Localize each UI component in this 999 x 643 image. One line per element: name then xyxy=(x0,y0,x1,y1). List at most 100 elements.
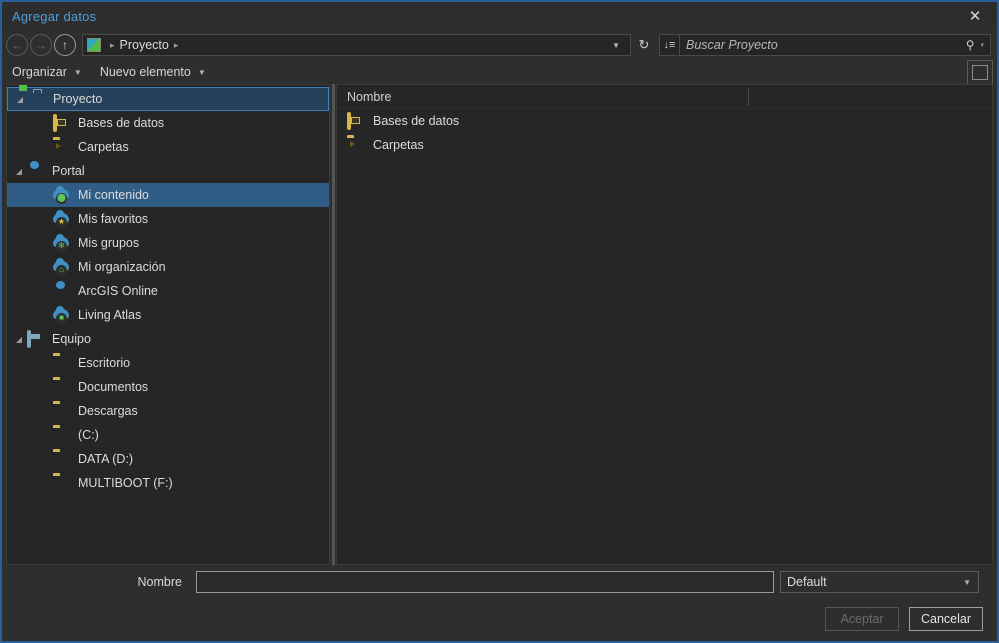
tree-item-multiboot-f[interactable]: MULTIBOOT (F:) xyxy=(7,471,329,495)
forward-button[interactable]: → xyxy=(30,34,52,56)
tree-item-equipo[interactable]: ◢ Equipo xyxy=(7,327,329,351)
view-mode-button[interactable] xyxy=(967,60,993,86)
tree-item-label: Mis grupos xyxy=(78,236,139,250)
search-input[interactable] xyxy=(680,38,966,52)
tree-item-label: Carpetas xyxy=(78,140,129,154)
tree-item-living-atlas[interactable]: ■ Living Atlas xyxy=(7,303,329,327)
tree-item-portal[interactable]: ◢ Portal xyxy=(7,159,329,183)
project-thumbnail-icon xyxy=(87,38,101,52)
tree-item-proyecto[interactable]: ◢ Proyecto xyxy=(7,87,329,111)
tree-item-c[interactable]: (C:) xyxy=(7,423,329,447)
tree-item-label: Escritorio xyxy=(78,356,130,370)
folder-arrow-icon xyxy=(347,138,365,153)
tree-item-label: Descargas xyxy=(78,404,138,418)
breadcrumb-item-proyecto[interactable]: Proyecto xyxy=(120,38,169,52)
tree-item-label: Mi organización xyxy=(78,260,166,274)
view-mode-icon xyxy=(972,65,988,80)
folder-icon xyxy=(53,476,71,491)
tree-item-mi-contenido[interactable]: ⬤ Mi contenido xyxy=(7,183,329,207)
chevron-down-icon: ▼ xyxy=(198,68,206,77)
list-item[interactable]: Bases de datos xyxy=(337,109,992,133)
list-item-label: Bases de datos xyxy=(373,114,459,128)
folder-icon xyxy=(53,356,71,371)
name-label: Nombre xyxy=(14,575,196,589)
address-bar: ← → ↑ ▸ Proyecto ▸ ▼ ↻ ↓≡ ⚲ ▾ xyxy=(2,30,997,60)
tree-item-label: Documentos xyxy=(78,380,148,394)
list-header: Nombre xyxy=(337,85,992,109)
type-dropdown[interactable]: Default ▼ xyxy=(780,571,979,593)
breadcrumb[interactable]: ▸ Proyecto ▸ ▼ xyxy=(82,34,631,56)
tree-item-data-d[interactable]: DATA (D:) xyxy=(7,447,329,471)
breadcrumb-separator: ▸ xyxy=(105,40,120,51)
tree-item-documentos[interactable]: Documentos xyxy=(7,375,329,399)
folder-icon xyxy=(53,404,71,419)
chevron-down-icon: ▼ xyxy=(963,578,971,587)
cloud-icon xyxy=(53,284,71,299)
button-row: Aceptar Cancelar xyxy=(14,607,985,631)
cloud-lock-icon: ⬤ xyxy=(53,188,71,203)
refresh-icon[interactable]: ↻ xyxy=(633,34,655,56)
sort-icon[interactable]: ↓≡ xyxy=(660,35,680,55)
tree-item-label: Mis favoritos xyxy=(78,212,148,226)
tree-item-mis-favoritos[interactable]: ★ Mis favoritos xyxy=(7,207,329,231)
tree-item-label: Proyecto xyxy=(53,92,102,106)
tree-item-label: MULTIBOOT (F:) xyxy=(78,476,173,490)
dialog-title: Agregar datos xyxy=(2,9,96,24)
expander-icon[interactable]: ◢ xyxy=(11,167,27,176)
project-icon xyxy=(28,92,46,107)
column-divider[interactable] xyxy=(748,88,749,106)
cloud-icon xyxy=(27,164,45,179)
name-input[interactable] xyxy=(196,571,774,593)
computer-icon xyxy=(27,332,45,347)
cloud-atlas-icon: ■ xyxy=(53,308,71,323)
chevron-down-icon[interactable]: ▼ xyxy=(604,41,628,50)
tree-item-label: Bases de datos xyxy=(78,116,164,130)
name-row: Nombre Default ▼ xyxy=(14,571,985,593)
cloud-org-icon: ⌂ xyxy=(53,260,71,275)
tree-item-escritorio[interactable]: Escritorio xyxy=(7,351,329,375)
breadcrumb-separator-end: ▸ xyxy=(169,40,184,51)
up-button[interactable]: ↑ xyxy=(54,34,76,56)
tree-item-mi-organizaci-n[interactable]: ⌂ Mi organización xyxy=(7,255,329,279)
tree-item-arcgis-online[interactable]: ArcGIS Online xyxy=(7,279,329,303)
type-dropdown-value: Default xyxy=(787,575,827,589)
tree-item-descargas[interactable]: Descargas xyxy=(7,399,329,423)
tree-item-mis-grupos[interactable]: ✻ Mis grupos xyxy=(7,231,329,255)
folder-icon xyxy=(53,428,71,443)
toolbar: Organizar ▼ Nuevo elemento ▼ xyxy=(2,60,997,84)
new-item-menu[interactable]: Nuevo elemento ▼ xyxy=(98,63,212,81)
tree-item-label: Mi contenido xyxy=(78,188,149,202)
cloud-group-icon: ✻ xyxy=(53,236,71,251)
tree-item-label: Living Atlas xyxy=(78,308,141,322)
tree-item-label: Equipo xyxy=(52,332,91,346)
tree-item-label: (C:) xyxy=(78,428,99,442)
dialog-footer: Nombre Default ▼ Aceptar Cancelar xyxy=(2,565,997,641)
new-item-label: Nuevo elemento xyxy=(100,65,191,79)
tree-item-label: ArcGIS Online xyxy=(78,284,158,298)
navigation-tree: ◢ Proyecto Bases de datos Carpetas ◢ Portal ⬤ M… xyxy=(6,84,330,565)
tree-item-bases-de-datos[interactable]: Bases de datos xyxy=(7,111,329,135)
back-button[interactable]: ← xyxy=(6,34,28,56)
tree-item-label: Portal xyxy=(52,164,85,178)
search-options-chevron-icon[interactable]: ▾ xyxy=(978,41,990,49)
organize-label: Organizar xyxy=(12,65,67,79)
close-icon[interactable]: ✕ xyxy=(953,2,997,30)
cloud-star-icon: ★ xyxy=(53,212,71,227)
database-icon xyxy=(53,116,71,131)
expander-icon[interactable]: ◢ xyxy=(12,95,28,104)
tree-item-carpetas[interactable]: Carpetas xyxy=(7,135,329,159)
cancel-button[interactable]: Cancelar xyxy=(909,607,983,631)
list-item[interactable]: Carpetas xyxy=(337,133,992,157)
expander-icon[interactable]: ◢ xyxy=(11,335,27,344)
accept-button[interactable]: Aceptar xyxy=(825,607,899,631)
chevron-down-icon: ▼ xyxy=(74,68,82,77)
folder-icon xyxy=(53,380,71,395)
search-icon[interactable]: ⚲ xyxy=(966,38,979,52)
add-data-dialog: Agregar datos ✕ ← → ↑ ▸ Proyecto ▸ ▼ ↻ ↓… xyxy=(0,0,999,643)
list-item-label: Carpetas xyxy=(373,138,424,152)
folder-icon xyxy=(53,452,71,467)
organize-menu[interactable]: Organizar ▼ xyxy=(10,63,88,81)
content-list: Nombre Bases de datos Carpetas xyxy=(336,84,993,565)
column-header-nombre[interactable]: Nombre xyxy=(347,90,391,104)
dialog-body: ◢ Proyecto Bases de datos Carpetas ◢ Portal ⬤ M… xyxy=(2,84,997,565)
